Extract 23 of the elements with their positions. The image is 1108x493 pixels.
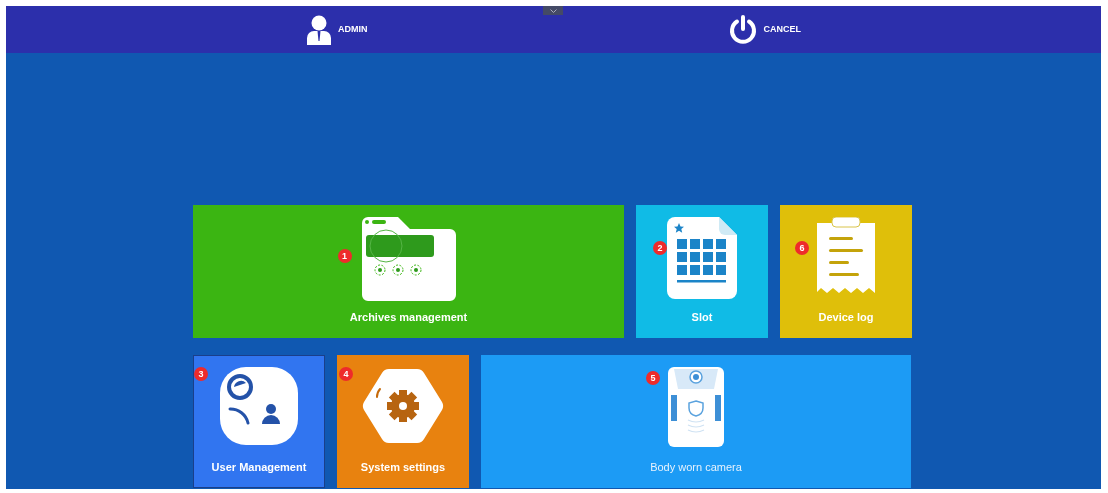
cancel-button[interactable]: CANCEL	[727, 14, 801, 45]
collapse-handle[interactable]	[543, 6, 563, 15]
menu-tile[interactable]: 2 Slot	[636, 205, 768, 338]
number-badge: 5	[646, 371, 660, 385]
grid-document-icon	[667, 217, 737, 299]
menu-tile[interactable]: 4 System settings	[337, 355, 469, 488]
folder-icon	[361, 217, 456, 301]
number-badge: 6	[795, 241, 809, 255]
number-badge: 3	[194, 367, 208, 381]
gear-icon	[361, 367, 445, 445]
menu-tile[interactable]: 3 User Management	[193, 355, 325, 488]
power-icon	[727, 14, 758, 45]
chevron-icon	[549, 8, 557, 13]
user-button[interactable]: ADMIN	[306, 14, 368, 45]
menu-tile[interactable]: 1 Archives management	[193, 205, 624, 338]
menu-tile[interactable]: 6 Device log	[780, 205, 912, 338]
number-badge: 1	[337, 249, 352, 263]
menu-tile[interactable]: 5 Body worn camera	[481, 355, 911, 488]
user-search-icon	[220, 367, 298, 445]
body-camera-icon	[668, 367, 724, 447]
number-badge: 2	[653, 241, 667, 255]
user-icon	[306, 14, 332, 45]
number-badge: 4	[339, 367, 353, 381]
